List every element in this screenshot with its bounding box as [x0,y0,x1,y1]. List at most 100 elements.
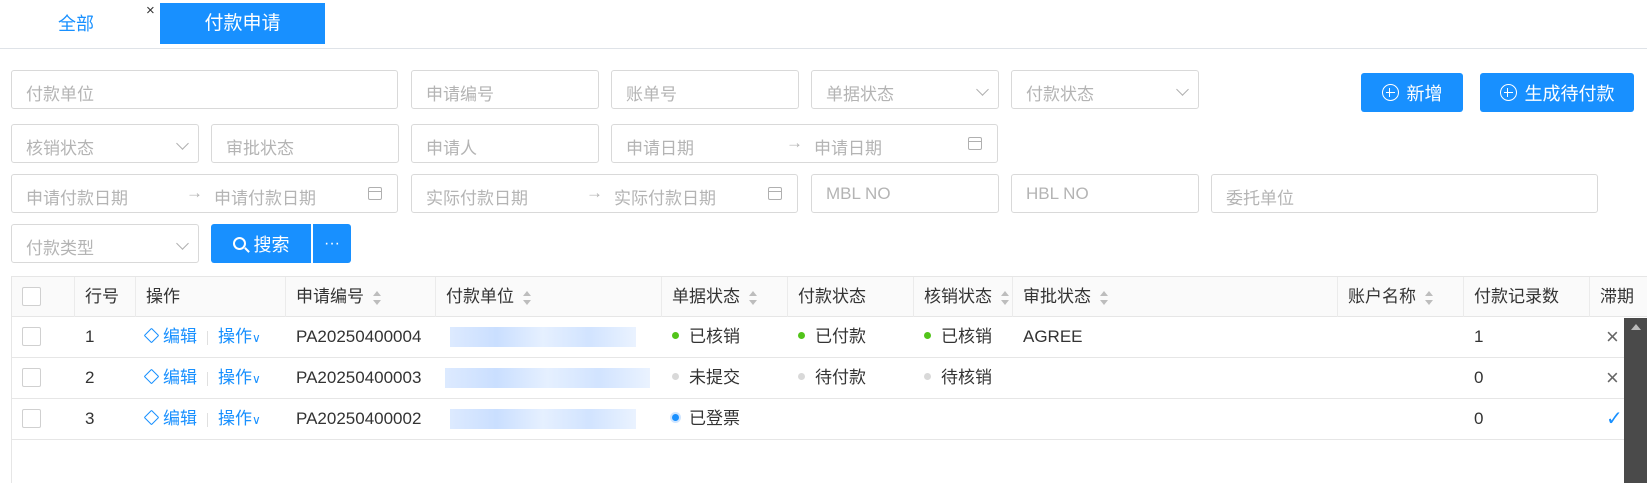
range-arrow-icon: → [586,183,603,202]
row-actions: 编辑 操作∨ [136,358,261,398]
plus-circle-icon [1499,84,1517,101]
chevron-down-icon: ∨ [252,413,261,427]
apply-no-cell: PA20250400003 [296,368,422,387]
status-dot-icon [798,373,805,381]
pay-status-select[interactable]: 付款状态 [1011,70,1199,109]
apply-date-range[interactable]: 申请日期 → 申请日期 [611,124,998,163]
operations-dropdown[interactable]: 操作∨ [218,327,261,346]
close-icon[interactable]: × [146,2,155,19]
status-dot-icon [672,414,679,422]
header-pay-status: 付款状态 [788,277,914,317]
pay-status-cell: 待付款 [788,358,866,398]
pay-status-cell: 已付款 [788,317,866,357]
range-arrow-icon: → [186,183,203,202]
doc-status-select[interactable]: 单据状态 [811,70,999,109]
doc-status-cell: 未提交 [662,358,740,398]
chevron-down-icon [176,137,189,150]
row-checkbox[interactable] [22,368,41,387]
header-overdue: 滞期 [1600,287,1634,306]
add-button[interactable]: 新增 [1361,73,1463,112]
consignor-input[interactable]: 委托单位 [1211,174,1598,213]
apply-no-cell: PA20250400002 [296,409,422,428]
tab-bar: 全部 × 付款申请 [0,0,1647,49]
tab-all[interactable]: 全部 [58,10,94,36]
close-icon: × [1606,324,1619,349]
doc-status-cell: 已核销 [662,317,740,357]
header-apply-no[interactable]: 申请编号 [286,277,436,317]
edit-icon [143,368,160,385]
tab-payment-request[interactable]: 付款申请 [160,3,325,44]
select-all-checkbox[interactable] [22,287,41,306]
chevron-down-icon: ∨ [252,331,261,345]
approval-status-input[interactable]: 审批状态 [211,124,399,163]
redacted-payee-unit [445,368,650,388]
sort-icon[interactable] [522,290,532,305]
status-dot-icon [798,332,805,340]
header-select-all [12,277,75,317]
calendar-icon [768,187,782,200]
check-icon: ✓ [1606,408,1623,430]
edit-icon [143,327,160,344]
row-checkbox[interactable] [22,409,41,428]
edit-icon [143,409,160,426]
requested-pay-date-range[interactable]: 申请付款日期 → 申请付款日期 [11,174,398,213]
chevron-down-icon: ∨ [252,372,261,386]
mbl-no-input[interactable]: MBL NO [811,174,999,213]
status-dot-icon [672,332,679,340]
header-doc-status[interactable]: 单据状态 [662,277,788,317]
header-writeoff-status[interactable]: 核销状态 [914,277,1013,317]
pay-type-select[interactable]: 付款类型 [11,224,199,263]
header-pay-record-count: 付款记录数 [1464,277,1590,317]
status-dot-icon [924,373,931,381]
operations-dropdown[interactable]: 操作∨ [218,368,261,387]
sort-icon[interactable] [1000,290,1010,305]
approval-status-cell: AGREE [1023,327,1083,346]
table-row[interactable]: 1 编辑 操作∨ PA20250400004 已核销 已付款 已核销 AGREE … [12,317,1647,358]
header-actions: 操作 [136,277,286,317]
sort-icon[interactable] [1424,290,1434,305]
row-actions: 编辑 操作∨ [136,317,261,357]
header-account-name[interactable]: 账户名称 [1338,277,1464,317]
chevron-down-icon [1176,83,1189,96]
payment-request-table: 行号 操作 申请编号 付款单位 单据状态 付款状态 核销状态 审批状态 账户名称… [11,276,1647,483]
doc-status-cell: 已登票 [662,399,740,439]
sort-icon[interactable] [372,290,382,305]
pay-record-count-cell: 0 [1474,368,1484,387]
header-payee-unit[interactable]: 付款单位 [436,277,662,317]
writeoff-status-cell: 已核销 [914,317,992,357]
applicant-input[interactable]: 申请人 [411,124,599,163]
writeoff-status-select[interactable]: 核销状态 [11,124,199,163]
more-button[interactable]: ··· [313,224,351,263]
redacted-payee-unit [450,409,636,429]
edit-button[interactable]: 编辑 [143,327,197,346]
table-row[interactable]: 2 编辑 操作∨ PA20250400003 未提交 待付款 待核销 0 × [12,358,1647,399]
vertical-scrollbar[interactable] [1624,318,1647,483]
calendar-icon [968,137,982,150]
bill-no-input[interactable]: 账单号 [611,70,799,109]
generate-pending-payment-button[interactable]: 生成待付款 [1480,73,1634,112]
pay-record-count-cell: 0 [1474,409,1484,428]
row-checkbox[interactable] [22,327,41,346]
row-actions: 编辑 操作∨ [136,399,261,439]
status-dot-icon [672,373,679,381]
chevron-down-icon [976,83,989,96]
search-icon [232,237,246,250]
sort-icon[interactable] [1099,290,1109,305]
close-icon: × [1606,365,1619,390]
search-button[interactable]: 搜索 [211,224,311,263]
table-row[interactable]: 3 编辑 操作∨ PA20250400002 已登票 0 ✓ [12,399,1647,440]
hbl-no-input[interactable]: HBL NO [1011,174,1199,213]
edit-button[interactable]: 编辑 [143,409,197,428]
edit-button[interactable]: 编辑 [143,368,197,387]
status-dot-icon [924,332,931,340]
chevron-down-icon [176,237,189,250]
apply-no-cell: PA20250400004 [296,327,422,346]
actual-pay-date-range[interactable]: 实际付款日期 → 实际付款日期 [411,174,798,213]
header-approval-status[interactable]: 审批状态 [1013,277,1338,317]
apply-no-input[interactable]: 申请编号 [411,70,599,109]
calendar-icon [368,187,382,200]
sort-icon[interactable] [748,290,758,305]
payee-unit-input[interactable]: 付款单位 [11,70,398,109]
redacted-payee-unit [450,327,636,347]
operations-dropdown[interactable]: 操作∨ [218,409,261,428]
